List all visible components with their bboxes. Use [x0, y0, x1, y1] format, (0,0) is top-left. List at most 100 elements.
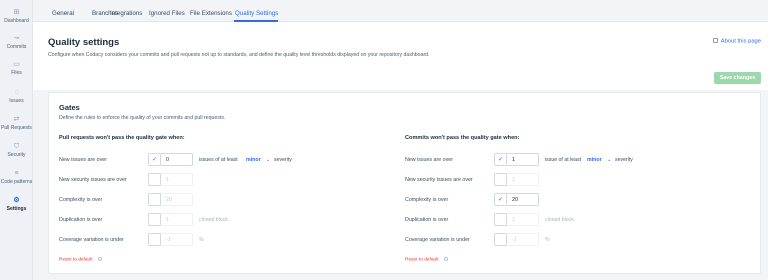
issue-icon: ◌	[14, 89, 19, 96]
commit-security-row: New security issues are over 1	[405, 173, 745, 187]
pr-complexity-input[interactable]: 20	[161, 193, 193, 206]
pr-coverage-checkbox[interactable]	[148, 233, 161, 246]
commit-security-checkbox[interactable]	[494, 173, 507, 186]
sidebar: ⊞ Dashboard ⊸ Commits ▭ Files ◌ Issues ⇄…	[0, 0, 33, 280]
pr-coverage-input[interactable]: -1	[161, 233, 193, 246]
commit-new-issues-label: New issues are over	[405, 157, 453, 163]
commit-duplication-row: Duplication is over 1 cloned block	[405, 213, 745, 227]
pr-new-issues-checkbox[interactable]: ✓	[148, 153, 161, 166]
tab-quality-settings[interactable]: Quality Settings	[235, 10, 278, 17]
pr-coverage-label: Coverage variation is under	[59, 237, 124, 243]
sidebar-item-dashboard[interactable]: ⊞ Dashboard	[0, 9, 33, 24]
commits-gate-title: Commits won't pass the quality gate when…	[405, 135, 520, 141]
pull-request-icon: ⇄	[13, 116, 20, 123]
commit-coverage-checkbox[interactable]	[494, 233, 507, 246]
sidebar-item-code-patterns[interactable]: ≡ Code patterns	[0, 170, 33, 185]
commit-duplication-suffix: cloned block	[545, 217, 574, 223]
pr-complexity-checkbox[interactable]	[148, 193, 161, 206]
gates-description: Define the rules to enforce the quality …	[59, 115, 226, 121]
commit-duplication-input[interactable]: 1	[507, 213, 539, 226]
commit-complexity-label: Complexity is over	[405, 197, 449, 203]
commit-severity-select[interactable]: minor	[587, 157, 602, 163]
chevron-down-icon[interactable]: ⌄	[266, 157, 270, 163]
pr-security-input[interactable]: 1	[161, 173, 193, 186]
sidebar-item-label: Pull Requests	[1, 125, 32, 131]
save-changes-button[interactable]: Save changes	[714, 72, 761, 84]
commit-security-input[interactable]: 1	[507, 173, 539, 186]
sidebar-item-commits[interactable]: ⊸ Commits	[0, 35, 33, 50]
commit-coverage-input[interactable]: -1	[507, 233, 539, 246]
info-icon	[443, 257, 448, 261]
gates-title: Gates	[59, 103, 80, 112]
commit-reset-to-default[interactable]: Reset to default	[405, 257, 448, 263]
pr-new-issues-row: New issues are over ✓ 0 issues of at lea…	[59, 153, 399, 167]
sidebar-item-label: Issues	[9, 98, 24, 104]
commit-new-issues-row: New issues are over ✓ 1 issue of at leas…	[405, 153, 745, 167]
info-icon	[97, 257, 102, 261]
pr-complexity-row: Complexity is over 20	[59, 193, 399, 207]
tab-integrations[interactable]: Integrations	[110, 10, 142, 17]
pr-duplication-label: Duplication is over	[59, 217, 103, 223]
pr-duplication-row: Duplication is over 1 cloned block	[59, 213, 399, 227]
pr-security-checkbox[interactable]	[148, 173, 161, 186]
tab-ignored-files[interactable]: Ignored Files	[149, 10, 185, 17]
commit-icon: ⊸	[13, 35, 20, 42]
commit-coverage-suffix: %	[545, 237, 550, 243]
pr-coverage-suffix: %	[199, 237, 204, 243]
sidebar-item-settings[interactable]: ⚙ Settings	[0, 197, 33, 212]
tab-file-extensions[interactable]: File Extensions	[190, 10, 232, 17]
sidebar-item-label: Dashboard	[4, 18, 29, 24]
commit-complexity-row: Complexity is over ✓ 20	[405, 193, 745, 207]
pr-security-row: New security issues are over 1	[59, 173, 399, 187]
commit-complexity-input[interactable]: 20	[507, 193, 539, 206]
about-link-label: About this page	[720, 38, 761, 45]
tab-general[interactable]: General	[52, 10, 74, 17]
commit-coverage-label: Coverage variation is under	[405, 237, 470, 243]
file-icon: ▭	[13, 61, 20, 68]
commit-new-issues-checkbox[interactable]: ✓	[494, 153, 507, 166]
pull-requests-gate-title: Pull requests won't pass the quality gat…	[59, 135, 185, 141]
commit-new-issues-suffix: issue of at least	[545, 157, 582, 163]
sidebar-item-label: Commits	[6, 44, 27, 50]
pr-duplication-checkbox[interactable]	[148, 213, 161, 226]
page-header: Quality settings Configure when Codacy c…	[33, 22, 768, 90]
page-title: Quality settings	[48, 37, 120, 48]
pr-new-issues-input[interactable]: 0	[161, 153, 193, 166]
pull-requests-gate: Pull requests won't pass the quality gat…	[59, 135, 399, 270]
commit-duplication-label: Duplication is over	[405, 217, 449, 223]
sidebar-item-label: Settings	[6, 206, 27, 212]
commit-complexity-checkbox[interactable]: ✓	[494, 193, 507, 206]
commit-security-label: New security issues are over	[405, 177, 473, 183]
pr-duplication-suffix: cloned block	[199, 217, 228, 223]
pr-complexity-label: Complexity is over	[59, 197, 103, 203]
gates-card: Gates Define the rules to enforce the qu…	[48, 92, 761, 274]
about-this-page-link[interactable]: About this page	[712, 38, 761, 45]
pr-coverage-row: Coverage variation is under -1 %	[59, 233, 399, 247]
sidebar-item-security[interactable]: ⛉ Security	[0, 143, 33, 158]
sidebar-item-label: Code patterns	[0, 179, 33, 185]
pr-duplication-input[interactable]: 1	[161, 213, 193, 226]
sidebar-item-label: Security	[7, 152, 26, 158]
pr-new-issues-suffix: issues of at least	[199, 157, 238, 163]
list-icon: ≡	[14, 170, 19, 177]
pr-security-label: New security issues are over	[59, 177, 127, 183]
settings-tabs: General Branches Integrations Ignored Fi…	[33, 0, 768, 22]
sidebar-item-issues[interactable]: ◌ Issues	[0, 89, 33, 104]
commit-severity-suffix: severity	[615, 157, 633, 163]
pr-severity-select[interactable]: minor	[246, 157, 261, 163]
pr-reset-to-default[interactable]: Reset to default	[59, 257, 102, 263]
commit-duplication-checkbox[interactable]	[494, 213, 507, 226]
commits-gate: Commits won't pass the quality gate when…	[405, 135, 745, 270]
pr-severity-suffix: severity	[274, 157, 292, 163]
sidebar-item-pull-requests[interactable]: ⇄ Pull Requests	[0, 116, 33, 131]
commit-coverage-row: Coverage variation is under -1 %	[405, 233, 745, 247]
dashboard-icon: ⊞	[13, 9, 20, 16]
chevron-down-icon[interactable]: ⌄	[607, 157, 611, 163]
shield-icon: ⛉	[13, 143, 20, 150]
reset-link-label: Reset to default	[405, 257, 439, 263]
sidebar-item-files[interactable]: ▭ Files	[0, 61, 33, 76]
pr-new-issues-label: New issues are over	[59, 157, 107, 163]
page-description: Configure when Codacy considers your com…	[48, 52, 430, 58]
book-icon	[712, 38, 718, 43]
commit-new-issues-input[interactable]: 1	[507, 153, 539, 166]
